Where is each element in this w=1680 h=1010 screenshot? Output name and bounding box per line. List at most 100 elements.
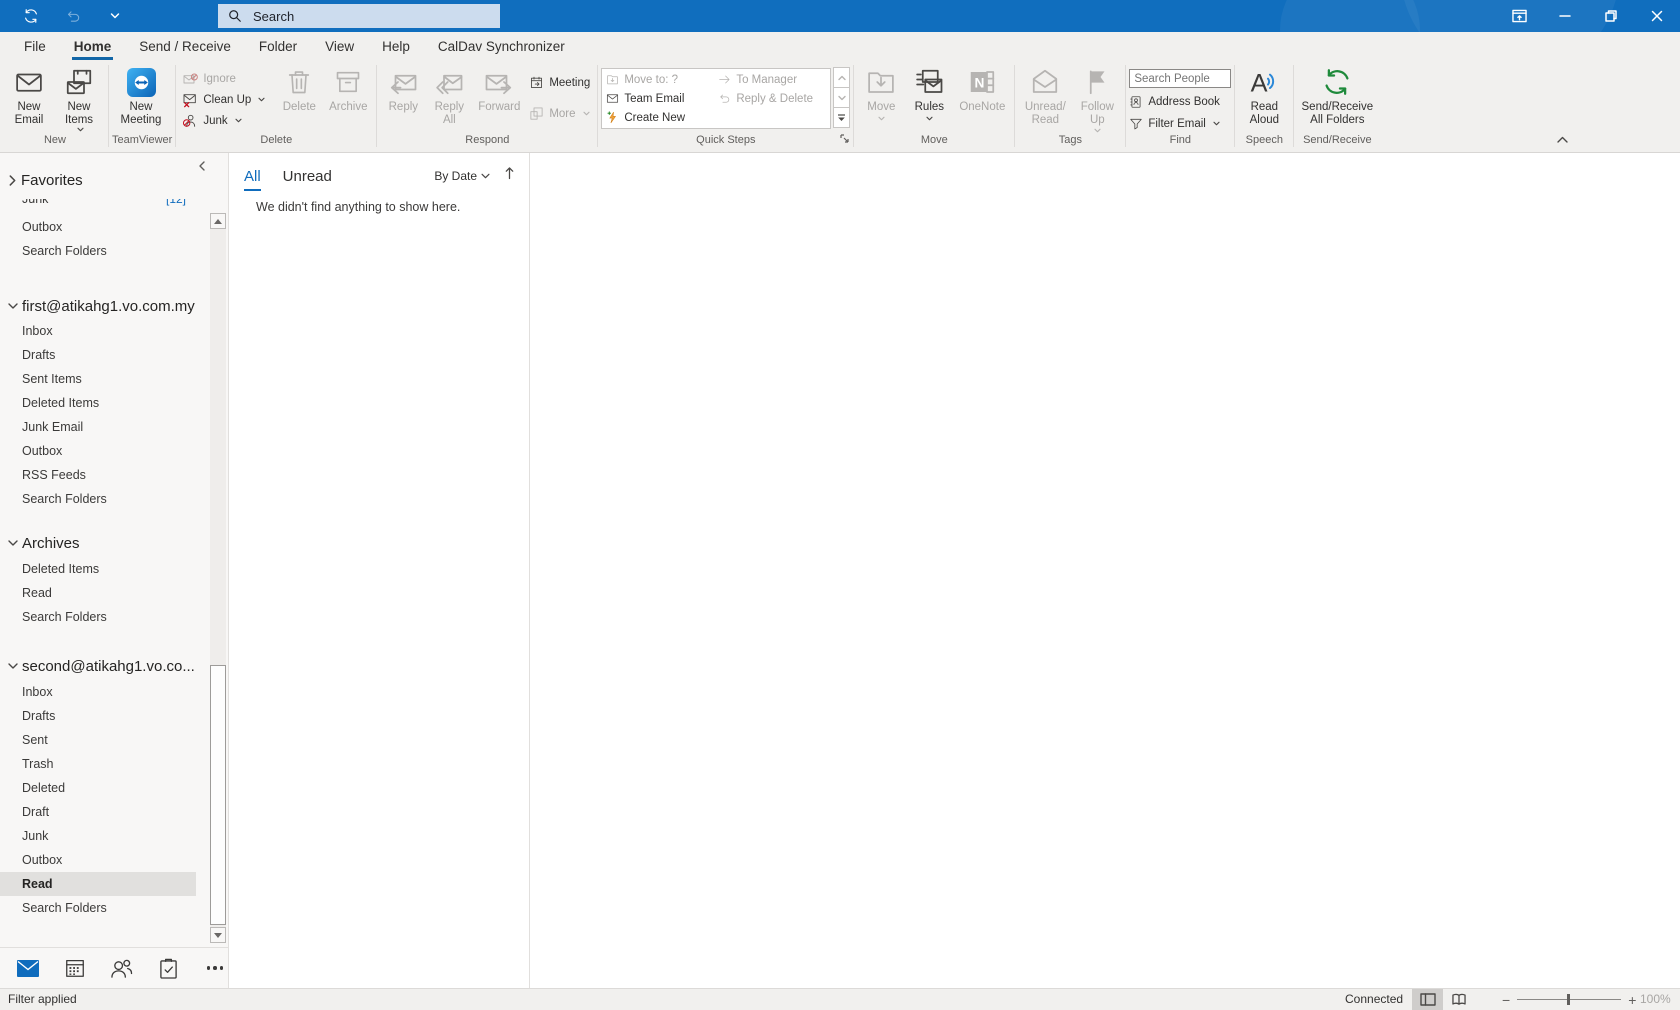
scroll-up-icon[interactable] [210,213,226,229]
address-book-button[interactable]: Address Book [1129,91,1220,112]
zoom-slider-track[interactable] [1517,994,1622,1005]
folder-item-rss-feeds[interactable]: RSS Feeds [0,463,196,487]
filter-email-button[interactable]: Filter Email [1129,113,1220,134]
tab-home[interactable]: Home [60,32,126,60]
zoom-slider-thumb[interactable] [1567,994,1571,1005]
tab-view[interactable]: View [311,32,368,60]
reading-view-button[interactable] [1443,989,1474,1010]
account1-header[interactable]: first@atikahg1.vo.com.my [8,293,195,319]
folder-item-sent[interactable]: Sent [0,728,196,752]
reply-all-button[interactable]: Reply All [426,62,472,127]
folder-item-deleted-items[interactable]: Deleted Items [0,557,196,581]
tab-help[interactable]: Help [368,32,424,60]
reply-button[interactable]: Reply [380,62,426,114]
onenote-button[interactable]: N OneNote [953,62,1011,114]
tab-folder[interactable]: Folder [245,32,311,60]
follow-up-button[interactable]: Follow Up [1072,62,1122,133]
quick-step-move-to[interactable]: Move to: ? [606,70,718,89]
more-icon[interactable] [202,955,228,981]
forward-button[interactable]: Forward [472,62,526,114]
ribbon-display-options-icon[interactable] [1496,0,1542,32]
delete-button[interactable]: Delete [275,62,323,114]
mail-icon[interactable] [15,955,41,981]
account2-header[interactable]: second@atikahg1.vo.co... [8,653,195,679]
close-icon[interactable] [1634,0,1680,32]
folder-item-read[interactable]: Read [0,581,196,605]
send-receive-icon[interactable] [20,5,42,27]
search-bar[interactable] [218,4,500,28]
archive-button[interactable]: Archive [323,62,373,114]
move-button[interactable]: Move [857,62,905,121]
clean-up-button[interactable]: Clean Up [179,89,268,110]
calendar-icon[interactable] [62,955,88,981]
folder-item-drafts[interactable]: Drafts [0,343,196,367]
folder-item-search-folders[interactable]: Search Folders [0,605,196,629]
folder-item-drafts[interactable]: Drafts [0,704,196,728]
zoom-in-icon[interactable]: + [1628,992,1636,1008]
restore-icon[interactable] [1588,0,1634,32]
new-items-icon [64,66,94,98]
tab-all[interactable]: All [244,168,261,191]
scroll-down-icon[interactable] [210,927,226,943]
ignore-button[interactable]: Ignore [179,68,239,89]
folder-item-search-folders[interactable]: Search Folders [0,896,196,920]
scrollbar-thumb[interactable] [210,665,226,925]
zoom-level[interactable]: 100% [1640,992,1671,1006]
tab-send-receive[interactable]: Send / Receive [125,32,245,60]
meeting-button[interactable]: Meeting [526,72,593,93]
unread-read-button[interactable]: Unread/ Read [1018,62,1072,127]
normal-view-button[interactable] [1412,989,1443,1010]
gallery-more-button[interactable] [833,107,851,128]
quick-step-team-email[interactable]: Team Email [606,89,718,108]
sort-direction-icon[interactable] [504,166,515,185]
sort-by-date-dropdown[interactable]: By Date [434,169,490,183]
read-aloud-button[interactable]: A Read Aloud [1238,62,1290,127]
folder-item-read-selected[interactable]: Read [0,872,196,896]
new-meeting-button[interactable]: New Meeting [112,62,170,127]
folder-item-deleted-items[interactable]: Deleted Items [0,391,196,415]
folder-item-search-folders[interactable]: Search Folders [0,239,196,263]
onenote-icon: N [967,66,997,98]
folder-item-inbox[interactable]: Inbox [0,680,196,704]
rules-button[interactable]: Rules [905,62,953,121]
folder-item-draft[interactable]: Draft [0,800,196,824]
people-icon[interactable] [109,955,135,981]
folder-item-search-folders[interactable]: Search Folders [0,487,196,511]
new-items-button[interactable]: New Items [53,62,105,132]
folder-item-outbox[interactable]: Outbox [0,215,196,239]
minimize-folder-pane-icon[interactable] [198,158,206,176]
folder-pane-scrollbar[interactable] [210,213,226,943]
folder-item-junk[interactable]: Junk [0,824,196,848]
quick-step-reply-delete[interactable]: Reply & Delete [718,89,826,108]
undo-icon[interactable] [62,5,84,27]
folder-item-trash[interactable]: Trash [0,752,196,776]
tasks-icon[interactable] [155,955,181,981]
folder-item-deleted[interactable]: Deleted [0,776,196,800]
zoom-out-icon[interactable]: − [1502,992,1510,1008]
quick-steps-dialog-launcher[interactable] [840,131,850,149]
new-email-button[interactable]: New Email [5,62,53,127]
quick-step-to-manager[interactable]: To Manager [718,70,826,89]
search-people-input[interactable] [1129,69,1232,88]
minimize-icon[interactable] [1542,0,1588,32]
tab-file[interactable]: File [10,32,60,60]
customize-qat-icon[interactable] [104,5,126,27]
folder-item-junk-email[interactable]: Junk Email [0,415,196,439]
folder-item-inbox[interactable]: Inbox [0,319,196,343]
favorites-section-header[interactable]: Favorites [8,167,83,193]
tab-caldav-synchronizer[interactable]: CalDav Synchronizer [424,32,579,60]
search-input[interactable] [251,7,475,25]
more-respond-button[interactable]: More [526,103,592,124]
quick-step-create-new[interactable]: Create New [606,108,718,127]
send-receive-all-folders-button[interactable]: Send/Receive All Folders [1297,62,1377,127]
folder-item-outbox[interactable]: Outbox [0,439,196,463]
tab-unread[interactable]: Unread [283,168,332,191]
folder-item-sent-items[interactable]: Sent Items [0,367,196,391]
archives-header[interactable]: Archives [8,530,80,556]
clipped-folder-row[interactable]: Junk [12] [0,199,196,211]
gallery-scroll-up[interactable] [833,67,851,88]
junk-button[interactable]: Junk [179,110,244,131]
gallery-scroll-down[interactable] [833,87,851,108]
folder-item-outbox[interactable]: Outbox [0,848,196,872]
collapse-ribbon-icon[interactable] [1557,130,1568,148]
